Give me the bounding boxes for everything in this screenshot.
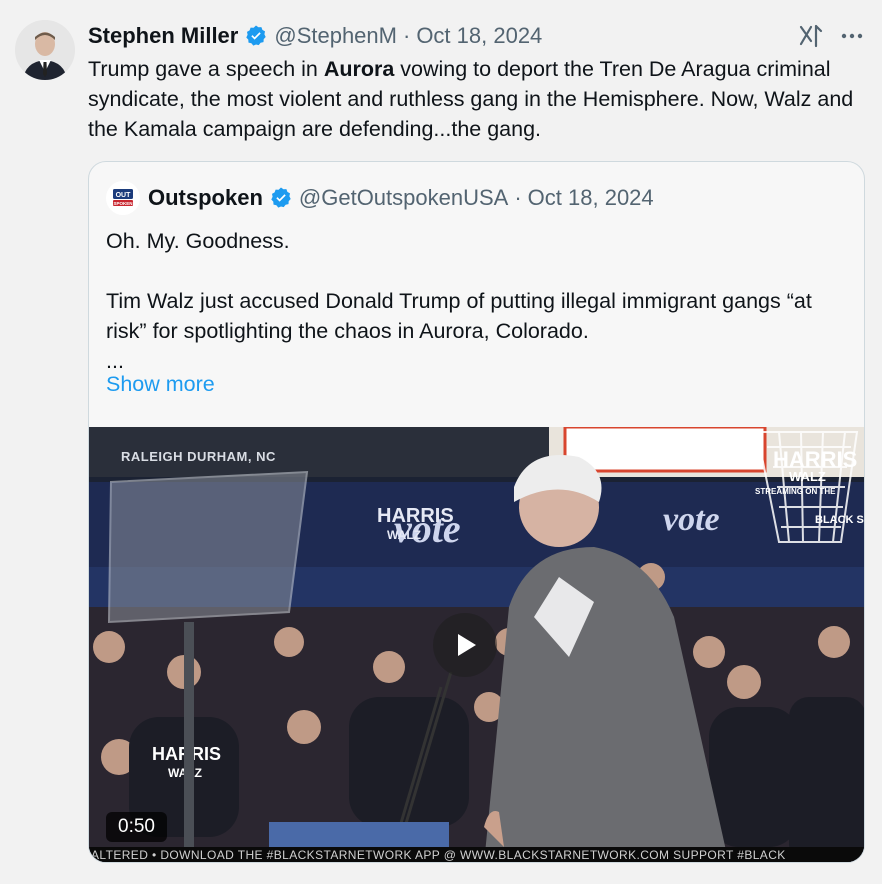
ticker-text: ALTERED • DOWNLOAD THE #BLACKSTARNETWORK… [91, 848, 786, 862]
tweet-header: Stephen Miller @StephenM · Oct 18, 2024 [88, 20, 542, 52]
quote-text: Oh. My. Goodness. Tim Walz just accused … [106, 226, 846, 376]
quote-line-1: Oh. My. Goodness. [106, 229, 290, 253]
quote-header: OUT SPOKEN Outspoken @GetOutspokenUSA · … [106, 181, 654, 215]
quote-blank-line [106, 256, 846, 286]
grok-icon[interactable] [797, 22, 825, 50]
quote-line-2: Tim Walz just accused Donald Trump of pu… [106, 289, 812, 343]
tweet[interactable]: Stephen Miller @StephenM · Oct 18, 2024 … [0, 0, 882, 884]
vote-sign: vote [663, 501, 720, 538]
separator-dot: · [514, 185, 522, 210]
quoted-tweet[interactable]: OUT SPOKEN Outspoken @GetOutspokenUSA · … [88, 161, 865, 863]
logo-text-bottom: SPOKEN [113, 201, 132, 206]
harris-sign: HARRIS [377, 505, 454, 527]
show-more-link[interactable]: Show more [106, 372, 215, 397]
walz-sign: WALZ [387, 528, 421, 542]
verified-badge-icon [271, 187, 291, 208]
verified-badge-icon [246, 25, 267, 46]
quote-ellipsis: ... [106, 349, 124, 373]
video-player[interactable]: vote vote HARRIS WALZ HARRIS WALZ STREAM… [89, 427, 865, 862]
more-icon[interactable] [838, 22, 866, 50]
logo-text-top: OUT [116, 192, 132, 199]
quote-author-name[interactable]: Outspoken [148, 185, 263, 211]
video-duration: 0:50 [106, 812, 167, 842]
black-star-text: BLACK STAR [815, 514, 865, 526]
tweet-text: Trump gave a speech in Aurora vowing to … [88, 54, 858, 144]
author-avatar[interactable] [15, 20, 75, 80]
tweet-text-before: Trump gave a speech in [88, 57, 324, 81]
tweet-text-bold: Aurora [323, 57, 395, 81]
quote-author-handle[interactable]: @GetOutspokenUSA [299, 185, 508, 211]
author-handle[interactable]: @StephenM [274, 23, 397, 49]
quote-avatar[interactable]: OUT SPOKEN [106, 181, 140, 215]
avatar-photo [15, 20, 75, 80]
separator-dot: · [402, 23, 411, 48]
outspoken-logo: OUT SPOKEN [106, 181, 140, 215]
video-location: RALEIGH DURHAM, NC [121, 449, 276, 464]
author-name[interactable]: Stephen Miller [88, 23, 238, 49]
video-ticker: ALTERED • DOWNLOAD THE #BLACKSTARNETWORK… [89, 847, 864, 862]
streaming-text: STREAMING ON THE [755, 487, 836, 496]
post-date[interactable]: Oct 18, 2024 [416, 23, 542, 49]
play-icon [458, 634, 476, 656]
quote-date[interactable]: Oct 18, 2024 [528, 185, 654, 211]
play-button[interactable] [433, 613, 497, 677]
